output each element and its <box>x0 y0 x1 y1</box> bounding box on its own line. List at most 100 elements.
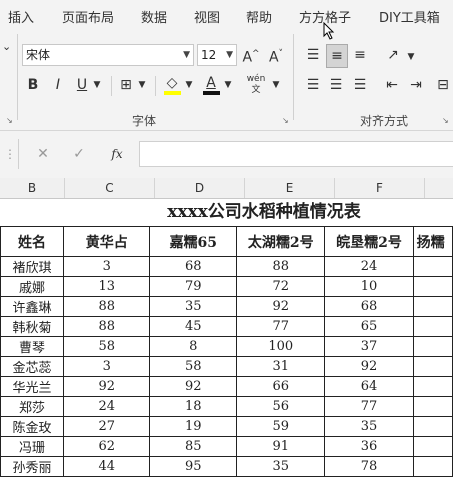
header-cell[interactable]: 姓名 <box>0 226 65 257</box>
table-cell[interactable]: 45 <box>149 316 238 337</box>
table-cell[interactable]: 77 <box>236 316 326 337</box>
table-cell[interactable]: 韩秋菊 <box>0 316 65 337</box>
table-cell[interactable]: 62 <box>63 436 151 457</box>
table-cell[interactable]: 92 <box>149 376 238 397</box>
table-cell[interactable]: 92 <box>63 376 151 397</box>
table-cell[interactable]: 冯珊 <box>0 436 65 457</box>
table-cell[interactable]: 92 <box>324 356 414 377</box>
table-cell[interactable]: 88 <box>236 256 326 277</box>
font-name-select[interactable]: 宋体 ▼ <box>22 44 194 66</box>
table-cell[interactable] <box>412 456 453 477</box>
column-header-b[interactable]: B <box>0 178 65 198</box>
table-cell[interactable]: 65 <box>324 316 414 337</box>
table-cell[interactable]: 77 <box>324 396 414 417</box>
middle-align-icon[interactable]: ≡ <box>326 44 348 68</box>
chevron-down-icon[interactable]: ▼ <box>184 74 194 96</box>
decrease-indent-icon[interactable]: ⇤ <box>382 74 402 96</box>
table-cell[interactable]: 10 <box>324 276 414 297</box>
italic-button[interactable]: I <box>49 74 67 96</box>
header-cell[interactable]: 扬糯 <box>412 226 453 257</box>
header-cell[interactable]: 皖垦糯2号 <box>324 226 414 257</box>
table-cell[interactable]: 24 <box>63 396 151 417</box>
table-cell[interactable]: 88 <box>63 316 151 337</box>
increase-font-button[interactable]: A^ <box>241 43 261 69</box>
merge-center-icon[interactable]: ⊟ <box>433 74 453 96</box>
table-cell[interactable]: 88 <box>63 296 151 317</box>
chevron-down-icon[interactable]: ▼ <box>223 74 233 96</box>
tab-view[interactable]: 视图 <box>194 7 220 26</box>
table-cell[interactable]: 35 <box>236 456 326 477</box>
table-cell[interactable] <box>412 276 453 297</box>
clipboard-dialog-launcher-icon[interactable]: ↘ <box>6 116 13 125</box>
phonetic-guide-button[interactable]: wén 文 <box>243 74 269 96</box>
alignment-dialog-launcher-icon[interactable]: ↘ <box>442 116 449 125</box>
top-align-icon[interactable]: ☰ <box>303 44 323 66</box>
table-cell[interactable]: 褚欣琪 <box>0 256 65 277</box>
ribbon-left-arrow-icon[interactable]: ⌄ <box>2 36 11 58</box>
increase-indent-icon[interactable]: ⇥ <box>406 74 426 96</box>
table-cell[interactable]: 44 <box>63 456 151 477</box>
font-dialog-launcher-icon[interactable]: ↘ <box>282 116 289 125</box>
column-header-d[interactable]: D <box>155 178 245 198</box>
chevron-down-icon[interactable]: ▼ <box>137 74 147 96</box>
table-cell[interactable]: 戚娜 <box>0 276 65 297</box>
table-cell[interactable] <box>412 376 453 397</box>
tab-page-layout[interactable]: 页面布局 <box>62 7 114 26</box>
tab-help[interactable]: 帮助 <box>246 7 272 26</box>
table-cell[interactable]: 31 <box>236 356 326 377</box>
table-cell[interactable]: 85 <box>149 436 238 457</box>
header-cell[interactable]: 太湖糯2号 <box>236 226 326 257</box>
table-cell[interactable]: 72 <box>236 276 326 297</box>
cancel-icon[interactable]: ✕ <box>34 143 52 165</box>
bold-button[interactable]: B <box>24 74 42 96</box>
column-header-g[interactable] <box>425 178 453 198</box>
orientation-icon[interactable]: ↗ <box>382 44 404 66</box>
decrease-font-button[interactable]: A˅ <box>266 43 286 69</box>
table-cell[interactable] <box>412 356 453 377</box>
table-cell[interactable] <box>412 436 453 457</box>
chevron-down-icon[interactable]: ▼ <box>92 74 102 96</box>
insert-function-button[interactable]: fx <box>106 143 128 165</box>
align-right-icon[interactable]: ☰ <box>350 74 370 96</box>
bottom-align-icon[interactable]: ≡ <box>350 44 370 66</box>
table-cell[interactable]: 59 <box>236 416 326 437</box>
table-cell[interactable]: 58 <box>149 356 238 377</box>
font-size-select[interactable]: 12 ▼ <box>197 44 237 66</box>
table-cell[interactable]: 92 <box>236 296 326 317</box>
table-cell[interactable]: 79 <box>149 276 238 297</box>
table-cell[interactable]: 56 <box>236 396 326 417</box>
table-cell[interactable] <box>412 396 453 417</box>
table-cell[interactable]: 68 <box>324 296 414 317</box>
table-cell[interactable]: 64 <box>324 376 414 397</box>
table-cell[interactable]: 18 <box>149 396 238 417</box>
enter-icon[interactable]: ✓ <box>70 143 88 165</box>
table-cell[interactable]: 13 <box>63 276 151 297</box>
header-cell[interactable]: 黄华占 <box>63 226 151 257</box>
table-cell[interactable]: 陈金玫 <box>0 416 65 437</box>
underline-button[interactable]: U <box>73 74 91 96</box>
table-cell[interactable]: 37 <box>324 336 414 357</box>
tab-data[interactable]: 数据 <box>141 7 167 26</box>
column-header-c[interactable]: C <box>65 178 155 198</box>
chevron-down-icon[interactable]: ▼ <box>271 74 281 96</box>
borders-button[interactable]: ⊞ <box>116 74 136 96</box>
table-cell[interactable]: 27 <box>63 416 151 437</box>
table-cell[interactable]: 金芯蕊 <box>0 356 65 377</box>
header-cell[interactable]: 嘉糯65 <box>149 226 238 257</box>
column-header-f[interactable]: F <box>335 178 425 198</box>
table-cell[interactable]: 35 <box>324 416 414 437</box>
table-cell[interactable] <box>412 416 453 437</box>
align-left-icon[interactable]: ☰ <box>303 74 323 96</box>
tab-diy-toolbox[interactable]: DIY工具箱 <box>379 7 440 26</box>
table-cell[interactable]: 58 <box>63 336 151 357</box>
table-cell[interactable]: 35 <box>149 296 238 317</box>
formula-input[interactable] <box>139 141 453 167</box>
table-cell[interactable]: 3 <box>63 256 151 277</box>
table-cell[interactable]: 许鑫琳 <box>0 296 65 317</box>
table-cell[interactable]: 78 <box>324 456 414 477</box>
tab-insert[interactable]: 插入 <box>8 7 34 26</box>
table-cell[interactable]: 孙秀丽 <box>0 456 65 477</box>
table-cell[interactable]: 36 <box>324 436 414 457</box>
table-cell[interactable]: 8 <box>149 336 238 357</box>
drag-handle-icon[interactable]: ⋮ <box>4 143 16 165</box>
